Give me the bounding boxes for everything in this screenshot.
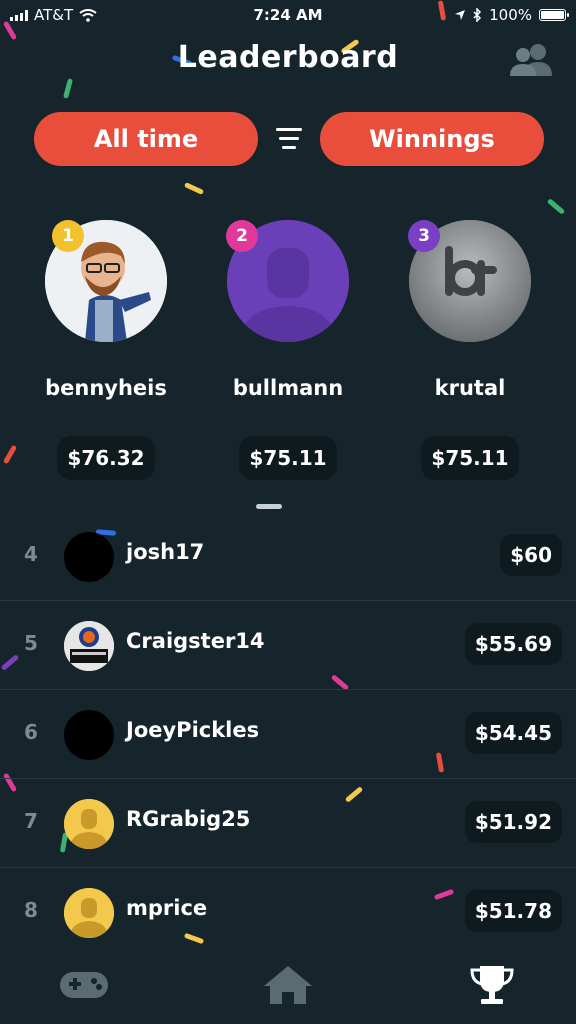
- table-row[interactable]: 7 RGrabig25 $51.92: [0, 778, 576, 867]
- avatar: [64, 621, 114, 671]
- period-filter-button[interactable]: All time: [34, 112, 258, 166]
- podium-third[interactable]: 3 krutal $75.11: [374, 220, 566, 480]
- podium-amount: $75.11: [239, 436, 337, 480]
- podium-amount: $75.11: [421, 436, 519, 480]
- page-indicator: [256, 504, 282, 509]
- podium-amount: $76.32: [57, 436, 155, 480]
- podium-username: krutal: [434, 376, 506, 400]
- avatar: [64, 532, 114, 582]
- tab-bar: [0, 946, 576, 1024]
- rank-badge: 1: [52, 220, 84, 252]
- username: mprice: [126, 896, 208, 920]
- rank-number: 8: [24, 898, 38, 922]
- amount: $51.78: [464, 890, 562, 932]
- avatar: [64, 888, 114, 938]
- podium-username: bullmann: [232, 376, 344, 400]
- table-row[interactable]: 8 mprice $51.78: [0, 867, 576, 956]
- podium-second[interactable]: 2 bullmann $75.11: [192, 220, 384, 480]
- home-icon[interactable]: [258, 960, 318, 1010]
- battery-icon: [539, 9, 569, 21]
- trophy-icon[interactable]: [462, 960, 522, 1010]
- rank-badge: 3: [408, 220, 440, 252]
- rank-badge: 2: [226, 220, 258, 252]
- friends-icon[interactable]: [508, 42, 554, 78]
- default-user-icon: [64, 799, 114, 849]
- amount: $60: [500, 534, 562, 576]
- username: josh17: [126, 540, 205, 564]
- table-row[interactable]: 6 JoeyPickles $54.45: [0, 689, 576, 778]
- username: Craigster14: [126, 629, 265, 653]
- rank-number: 5: [24, 631, 38, 655]
- battery-percent: 100%: [489, 6, 532, 24]
- podium-first[interactable]: 1 bennyheis $76.32: [10, 220, 202, 480]
- table-row[interactable]: 5 Craigster14 $55.69: [0, 600, 576, 689]
- amount: $51.92: [464, 801, 562, 843]
- amount: $55.69: [464, 623, 562, 665]
- username: JoeyPickles: [126, 718, 260, 742]
- location-icon: [455, 10, 466, 20]
- metric-filter-button[interactable]: Winnings: [320, 112, 544, 166]
- amount: $54.45: [464, 712, 562, 754]
- table-row[interactable]: 4 josh17 $60: [0, 512, 576, 600]
- avatar: [64, 799, 114, 849]
- rank-number: 6: [24, 720, 38, 744]
- page-title: Leaderboard: [177, 40, 399, 75]
- rank-number: 4: [24, 542, 38, 566]
- username: RGrabig25: [126, 807, 251, 831]
- default-user-icon: [64, 888, 114, 938]
- podium-username: bennyheis: [45, 376, 167, 400]
- rank-number: 7: [24, 809, 38, 833]
- avatar: [64, 710, 114, 760]
- sort-menu-icon[interactable]: [274, 124, 304, 154]
- gamepad-icon[interactable]: [54, 960, 114, 1010]
- status-bar: AT&T 7:24 AM 100%: [0, 0, 576, 30]
- bluetooth-icon: [473, 8, 482, 22]
